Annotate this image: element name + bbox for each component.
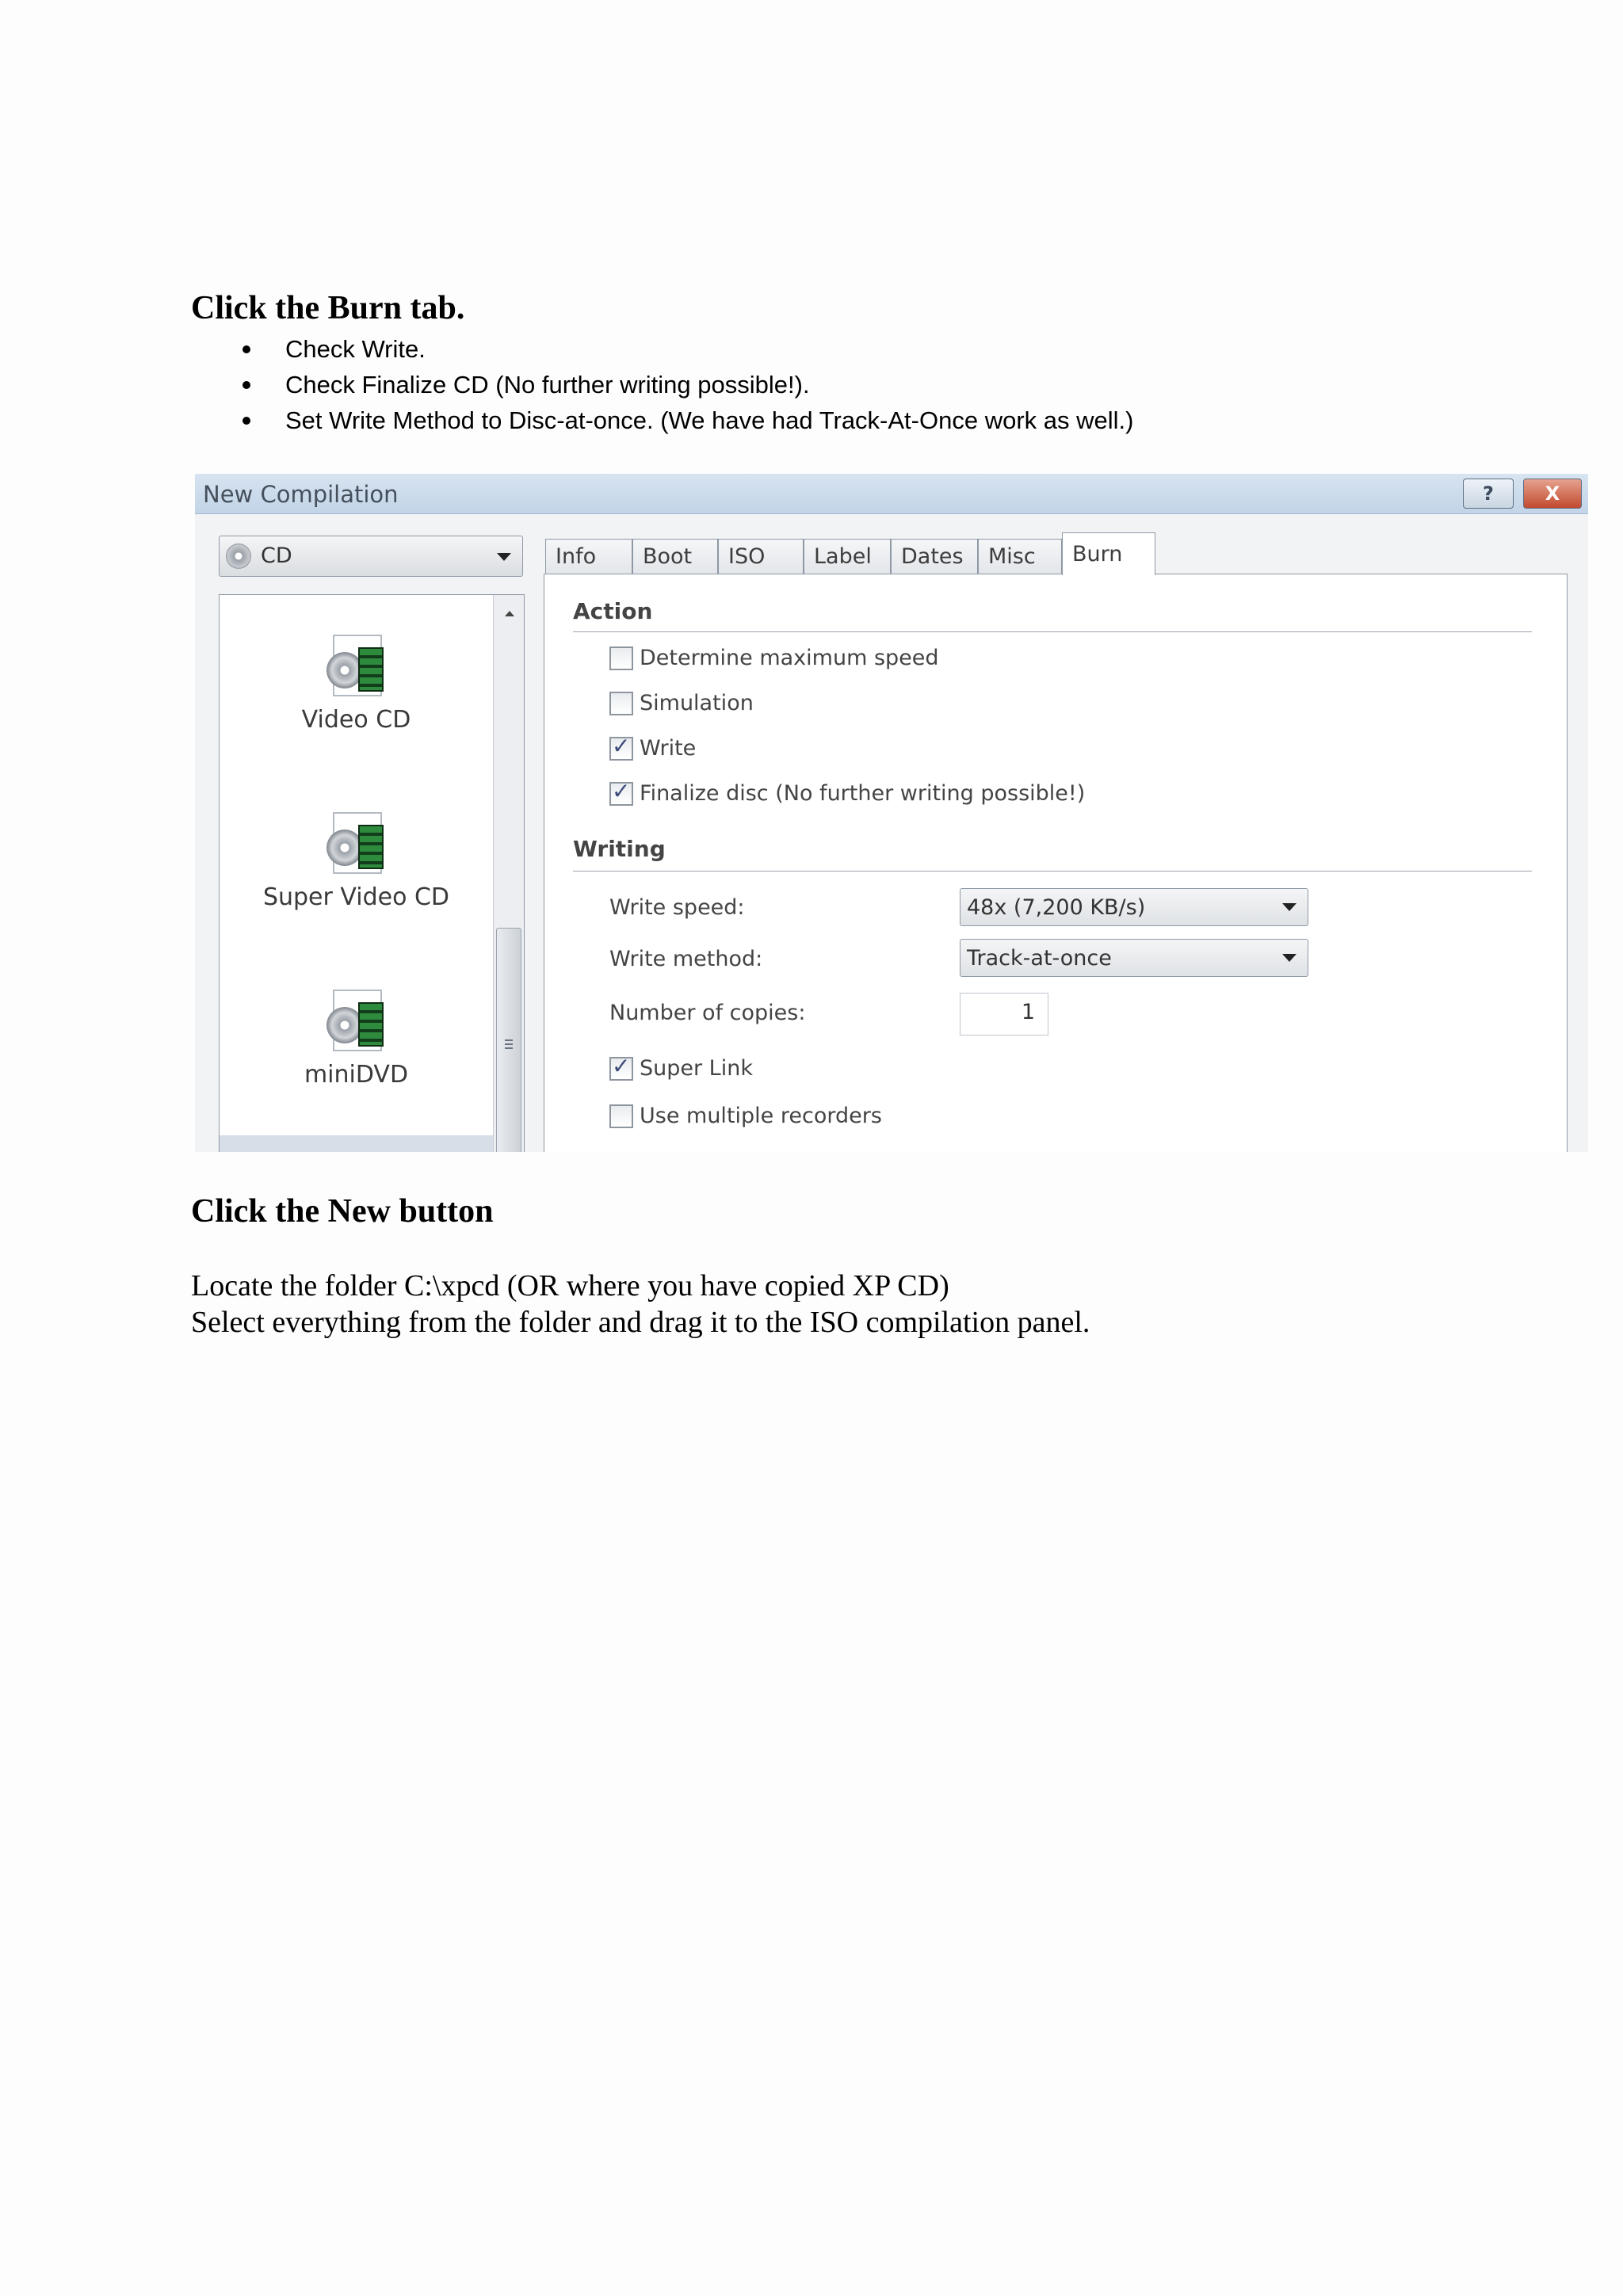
checkmark-icon: ✓ — [612, 732, 631, 759]
checkbox-label: Super Link — [640, 1056, 753, 1081]
checkbox-box[interactable] — [609, 646, 633, 670]
scroll-up-arrow-icon[interactable] — [505, 611, 514, 616]
checkbox-box[interactable]: ✓ — [609, 778, 633, 806]
checkbox-box[interactable]: ✓ — [609, 1053, 633, 1081]
checkbox-label: Use multiple recorders — [640, 1104, 882, 1128]
write-checkbox[interactable]: ✓ Write — [609, 733, 697, 761]
super-link-checkbox[interactable]: ✓ Super Link — [609, 1053, 753, 1081]
write-speed-select[interactable]: 48x (7,200 KB/s) — [960, 888, 1308, 926]
tab-info[interactable]: Info — [545, 539, 632, 574]
simulation-checkbox[interactable]: Simulation — [609, 691, 754, 715]
compilation-type-list[interactable]: Video CD Super Video CD miniDVD — [219, 594, 525, 1152]
number-of-copies-label: Number of copies: — [609, 1001, 806, 1025]
checkmark-icon: ✓ — [612, 1052, 631, 1079]
dialog-title: New Compilation — [203, 481, 399, 508]
compilation-type-minidvd[interactable]: miniDVD — [220, 988, 493, 1089]
instruction-bullet-text: Check Finalize CD (No further writing po… — [285, 371, 810, 399]
write-speed-value: 48x (7,200 KB/s) — [967, 895, 1146, 920]
write-method-select[interactable]: Track-at-once — [960, 939, 1308, 977]
instruction-heading-new-button: Click the New button — [191, 1193, 494, 1230]
instruction-paragraph: Locate the folder C:\xpcd (OR where you … — [191, 1268, 1090, 1341]
determine-max-speed-checkbox[interactable]: Determine maximum speed — [609, 646, 939, 670]
action-group-divider — [573, 631, 1532, 632]
minidvd-icon — [325, 988, 388, 1051]
use-multiple-recorders-checkbox[interactable]: Use multiple recorders — [609, 1104, 882, 1128]
tab-iso[interactable]: ISO — [718, 539, 804, 574]
instruction-bullet-text: Check Write. — [285, 335, 426, 363]
instruction-bullet-text: Set Write Method to Disc-at-once. (We ha… — [285, 406, 1134, 434]
instruction-paragraph-line: Select everything from the folder and dr… — [191, 1306, 1090, 1339]
chevron-down-icon — [1282, 954, 1296, 962]
instruction-bullet: Check Finalize CD (No further writing po… — [191, 367, 1133, 402]
tab-burn[interactable]: Burn — [1062, 532, 1155, 575]
checkbox-label: Write — [640, 736, 697, 761]
compilation-type-video-cd[interactable]: Video CD — [220, 633, 493, 734]
tab-dates[interactable]: Dates — [891, 539, 978, 574]
compilation-type-label: Video CD — [301, 706, 411, 734]
number-of-copies-input[interactable]: 1 — [960, 993, 1048, 1035]
tab-misc[interactable]: Misc — [978, 539, 1062, 574]
write-method-value: Track-at-once — [967, 946, 1112, 971]
cd-disc-icon — [226, 543, 251, 569]
chevron-down-icon — [497, 553, 511, 561]
media-type-value: CD — [261, 543, 292, 568]
compilation-type-super-video-cd[interactable]: Super Video CD — [220, 810, 493, 911]
write-speed-label: Write speed: — [609, 895, 745, 920]
instruction-bullet-list: Check Write. Check Finalize CD (No furth… — [191, 331, 1133, 438]
new-compilation-dialog-screenshot: New Compilation ? X CD Video CD Super Vi… — [195, 474, 1588, 1152]
checkbox-label: Simulation — [640, 691, 754, 715]
list-selection-band — [220, 1135, 493, 1152]
close-button[interactable]: X — [1523, 479, 1582, 509]
checkbox-label: Determine maximum speed — [640, 646, 939, 670]
compilation-type-label: Super Video CD — [262, 883, 450, 911]
scrollbar-thumb[interactable] — [496, 928, 521, 1152]
dialog-titlebar: New Compilation ? X — [195, 474, 1588, 514]
tab-boot[interactable]: Boot — [632, 539, 718, 574]
checkbox-box[interactable] — [609, 1104, 633, 1128]
video-cd-icon — [325, 633, 388, 696]
instruction-paragraph-line: Locate the folder C:\xpcd (OR where you … — [191, 1269, 949, 1302]
super-video-cd-icon — [325, 810, 388, 874]
action-group-title: Action — [573, 598, 653, 624]
burn-tab-panel: Action Determine maximum speed Simulatio… — [544, 574, 1568, 1152]
bullet-dot — [242, 381, 250, 389]
media-type-select[interactable]: CD — [219, 536, 523, 577]
tab-label[interactable]: Label — [804, 539, 891, 574]
instruction-bullet: Check Write. — [191, 331, 1133, 367]
checkmark-icon: ✓ — [612, 777, 631, 804]
write-method-label: Write method: — [609, 947, 763, 971]
finalize-disc-checkbox[interactable]: ✓ Finalize disc (No further writing poss… — [609, 778, 1086, 806]
chevron-down-icon — [1282, 903, 1296, 911]
instruction-heading-burn-tab: Click the Burn tab. — [191, 290, 465, 326]
bullet-dot — [242, 417, 250, 425]
checkbox-box[interactable] — [609, 691, 633, 715]
help-button[interactable]: ? — [1463, 479, 1514, 509]
checkbox-box[interactable]: ✓ — [609, 733, 633, 761]
instruction-bullet: Set Write Method to Disc-at-once. (We ha… — [191, 402, 1133, 438]
list-scrollbar[interactable] — [493, 595, 524, 1152]
checkbox-label: Finalize disc (No further writing possib… — [640, 781, 1086, 806]
bullet-dot — [242, 345, 250, 353]
compilation-type-label: miniDVD — [304, 1061, 409, 1089]
grip-icon — [505, 1039, 513, 1051]
writing-group-title: Writing — [573, 836, 666, 862]
